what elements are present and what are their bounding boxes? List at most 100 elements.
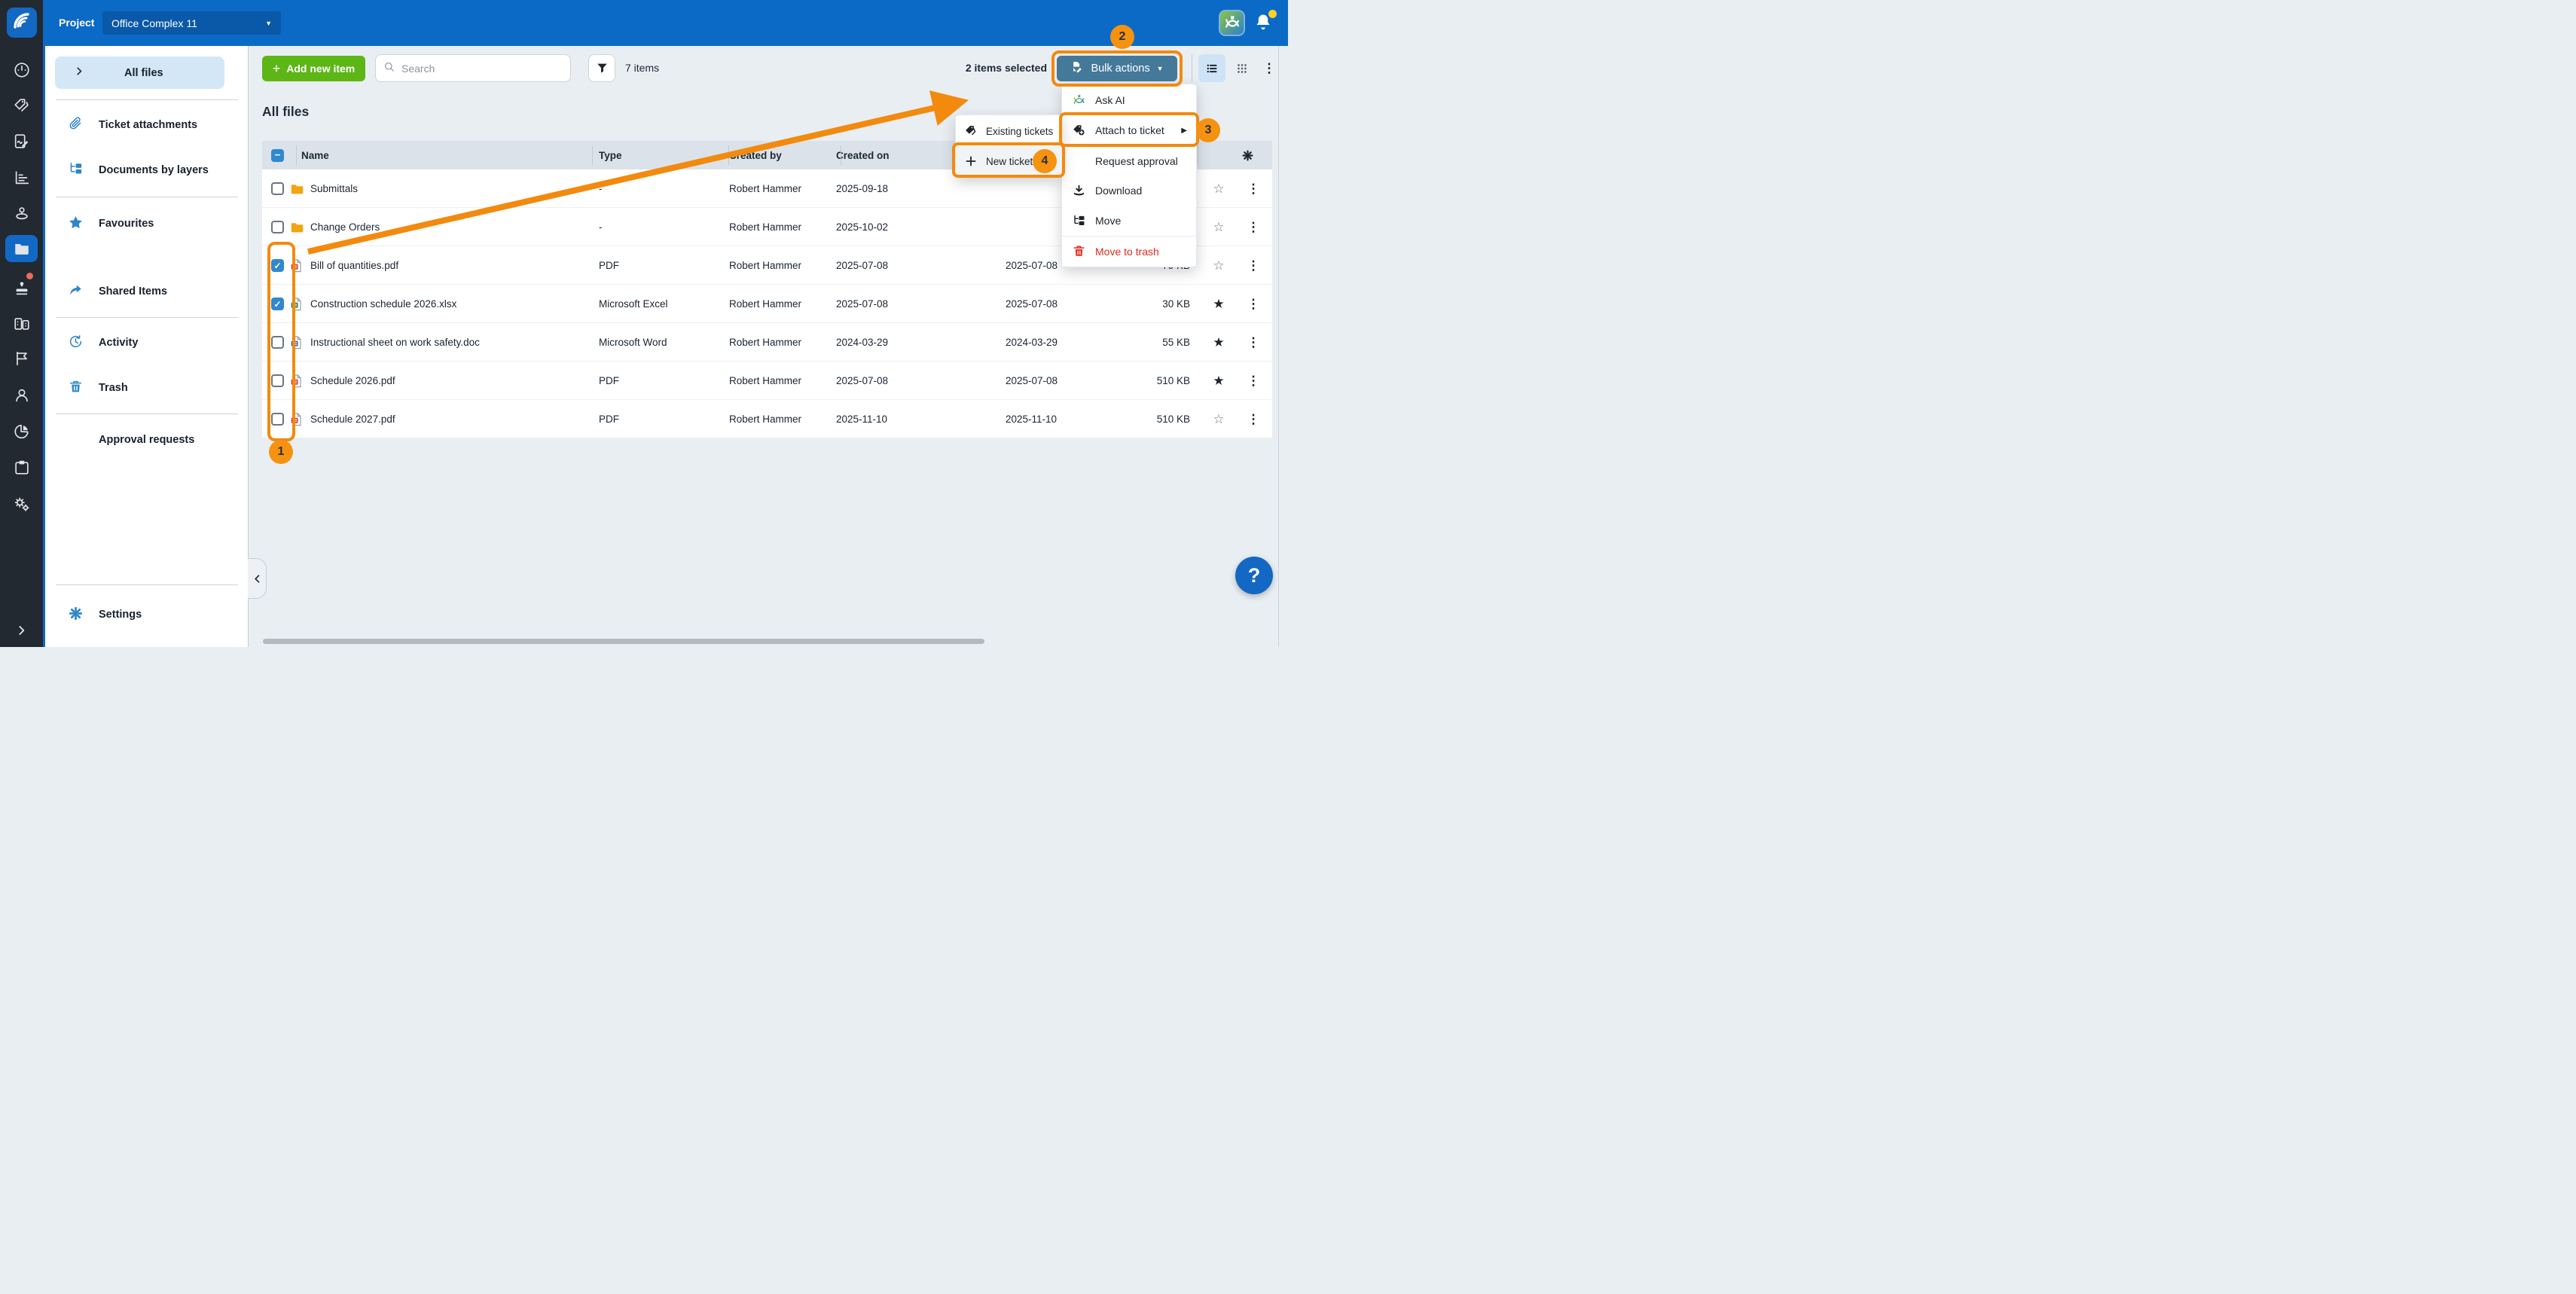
download-icon <box>1071 184 1086 198</box>
notification-dot <box>1268 10 1277 18</box>
row-kebab-menu[interactable]: ⋮ <box>1247 335 1260 350</box>
rail-expand-button[interactable] <box>5 617 38 644</box>
sidebar-item-label: All files <box>124 67 163 79</box>
sidebar-item-activity[interactable]: Activity <box>45 329 249 356</box>
item-name[interactable]: Schedule 2027.pdf <box>310 400 395 438</box>
row-kebab-menu[interactable]: ⋮ <box>1247 297 1260 312</box>
menu-item-ask-ai[interactable]: Ask AI <box>1062 85 1196 115</box>
notifications-bell-button[interactable] <box>1253 12 1274 33</box>
items-count: 7 items <box>625 62 659 74</box>
row-checkbox[interactable] <box>271 221 284 233</box>
app-logo[interactable] <box>7 8 37 38</box>
menu-item-download[interactable]: Download <box>1062 175 1196 206</box>
rail-item-forms[interactable] <box>5 128 38 155</box>
favourite-star-icon[interactable]: ☆ <box>1213 182 1224 197</box>
item-name[interactable]: Bill of quantities.pdf <box>310 246 398 285</box>
sidebar-item-label: Shared Items <box>99 285 167 298</box>
search-input[interactable] <box>401 63 563 75</box>
column-header-name: Name <box>301 141 329 169</box>
item-name[interactable]: Instructional sheet on work safety.doc <box>310 323 480 362</box>
favourite-star-icon[interactable]: ☆ <box>1213 412 1224 427</box>
paperclip-icon <box>68 116 84 135</box>
sidebar-item-all-files[interactable]: All files <box>55 56 224 89</box>
row-checkbox[interactable]: ✓ <box>271 298 284 310</box>
sidebar-item-shared-items[interactable]: Shared Items <box>45 278 249 305</box>
item-created-on: 2025-07-08 <box>836 246 888 285</box>
history-icon <box>68 334 84 352</box>
row-checkbox[interactable] <box>271 182 284 195</box>
table-row[interactable]: ✓Construction schedule 2026.xlsxMicrosof… <box>262 285 1272 323</box>
item-size: 55 KB <box>1091 323 1190 362</box>
item-name[interactable]: Schedule 2026.pdf <box>310 362 395 400</box>
add-new-item-button[interactable]: + Add new item <box>262 56 365 81</box>
column-settings-gear-icon[interactable] <box>1241 141 1254 169</box>
item-name[interactable]: Construction schedule 2026.xlsx <box>310 285 456 323</box>
chevron-down-icon: ▼ <box>1157 65 1164 72</box>
favourite-star-icon[interactable]: ★ <box>1213 335 1224 350</box>
item-modified-on: 2025-07-08 <box>1006 246 1058 285</box>
submenu-item-existing-tickets[interactable]: Existing tickets <box>956 116 1061 146</box>
select-all-checkbox[interactable]: − <box>271 149 284 162</box>
row-kebab-menu[interactable]: ⋮ <box>1247 220 1260 235</box>
favourite-star-icon[interactable]: ☆ <box>1213 258 1224 273</box>
rail-item-tasks[interactable] <box>5 454 38 481</box>
row-kebab-menu[interactable]: ⋮ <box>1247 258 1260 273</box>
project-select[interactable]: Office Complex 11 ▼ <box>102 11 281 35</box>
menu-item-move[interactable]: Move <box>1062 206 1196 236</box>
sidebar-item-ticket-attachments[interactable]: Ticket attachments <box>45 111 249 139</box>
item-modified-on: 2025-07-08 <box>1006 362 1058 400</box>
table-row[interactable]: Instructional sheet on work safety.docMi… <box>262 323 1272 362</box>
row-checkbox[interactable] <box>271 374 284 387</box>
annotation-step-2: 2 <box>1110 25 1134 49</box>
toolbar-kebab-menu[interactable]: ⋮ <box>1260 54 1278 82</box>
file-type-icon <box>289 246 304 285</box>
selected-count: 2 items selected <box>939 62 1047 74</box>
item-modified-on: 2024-03-29 <box>1006 323 1058 362</box>
row-kebab-menu[interactable]: ⋮ <box>1247 374 1260 389</box>
table-row[interactable]: Schedule 2027.pdfPDFRobert Hammer2025-11… <box>262 400 1272 438</box>
rail-item-statistics[interactable] <box>5 164 38 191</box>
sidebar-item-trash[interactable]: Trash <box>45 374 249 401</box>
sidebar-item-approval-requests[interactable]: Approval requests <box>45 426 249 453</box>
table-row[interactable]: Schedule 2026.pdfPDFRobert Hammer2025-07… <box>262 362 1272 400</box>
row-kebab-menu[interactable]: ⋮ <box>1247 412 1260 427</box>
row-checkbox[interactable] <box>271 336 284 349</box>
rail-item-flags[interactable] <box>5 345 38 372</box>
rail-item-documents[interactable] <box>5 235 38 262</box>
sidebar-item-documents-by-layers[interactable]: Documents by layers <box>45 157 249 184</box>
rail-item-projects[interactable] <box>5 310 38 337</box>
favourite-star-icon[interactable]: ☆ <box>1213 220 1224 235</box>
bulk-actions-button[interactable]: Bulk actions ▼ <box>1057 56 1177 81</box>
favourite-star-icon[interactable]: ★ <box>1213 374 1224 389</box>
rail-item-dashboard[interactable] <box>5 56 38 84</box>
rail-item-reports[interactable] <box>5 418 38 445</box>
project-label: Project <box>59 17 94 29</box>
row-checkbox[interactable]: ✓ <box>271 259 284 272</box>
filter-button[interactable] <box>588 54 615 82</box>
item-name[interactable]: Submittals <box>310 169 358 208</box>
list-view-toggle[interactable] <box>1198 54 1225 82</box>
chevron-right-icon[interactable] <box>73 65 86 81</box>
favourite-star-icon[interactable]: ★ <box>1213 297 1224 312</box>
rail-item-plans[interactable] <box>5 200 38 227</box>
row-checkbox[interactable] <box>271 413 284 426</box>
rail-item-tags[interactable] <box>5 93 38 120</box>
rail-item-approvals[interactable] <box>5 275 38 302</box>
row-kebab-menu[interactable]: ⋮ <box>1247 182 1260 197</box>
item-name[interactable]: Change Orders <box>310 208 380 246</box>
move-icon <box>1071 214 1086 228</box>
horizontal-scrollbar[interactable] <box>263 639 984 644</box>
rail-item-contacts[interactable] <box>5 382 38 409</box>
folder-icon <box>97 63 113 82</box>
folder-icon <box>289 169 305 208</box>
sidebar-item-favourites[interactable]: Favourites <box>45 210 249 237</box>
help-button[interactable]: ? <box>1235 557 1273 594</box>
sidebar-collapse-handle[interactable] <box>248 558 267 599</box>
menu-item-request-approval[interactable]: Request approval <box>1062 145 1196 175</box>
rail-item-settings-gears[interactable] <box>5 491 38 518</box>
sidebar-item-settings[interactable]: Settings <box>45 601 249 628</box>
ai-assistant-button[interactable] <box>1219 10 1245 36</box>
menu-item-attach-to-ticket[interactable]: Attach to ticket▶ <box>1062 115 1196 145</box>
menu-item-move-to-trash[interactable]: Move to trash <box>1062 236 1196 266</box>
grid-view-toggle[interactable] <box>1228 54 1256 82</box>
